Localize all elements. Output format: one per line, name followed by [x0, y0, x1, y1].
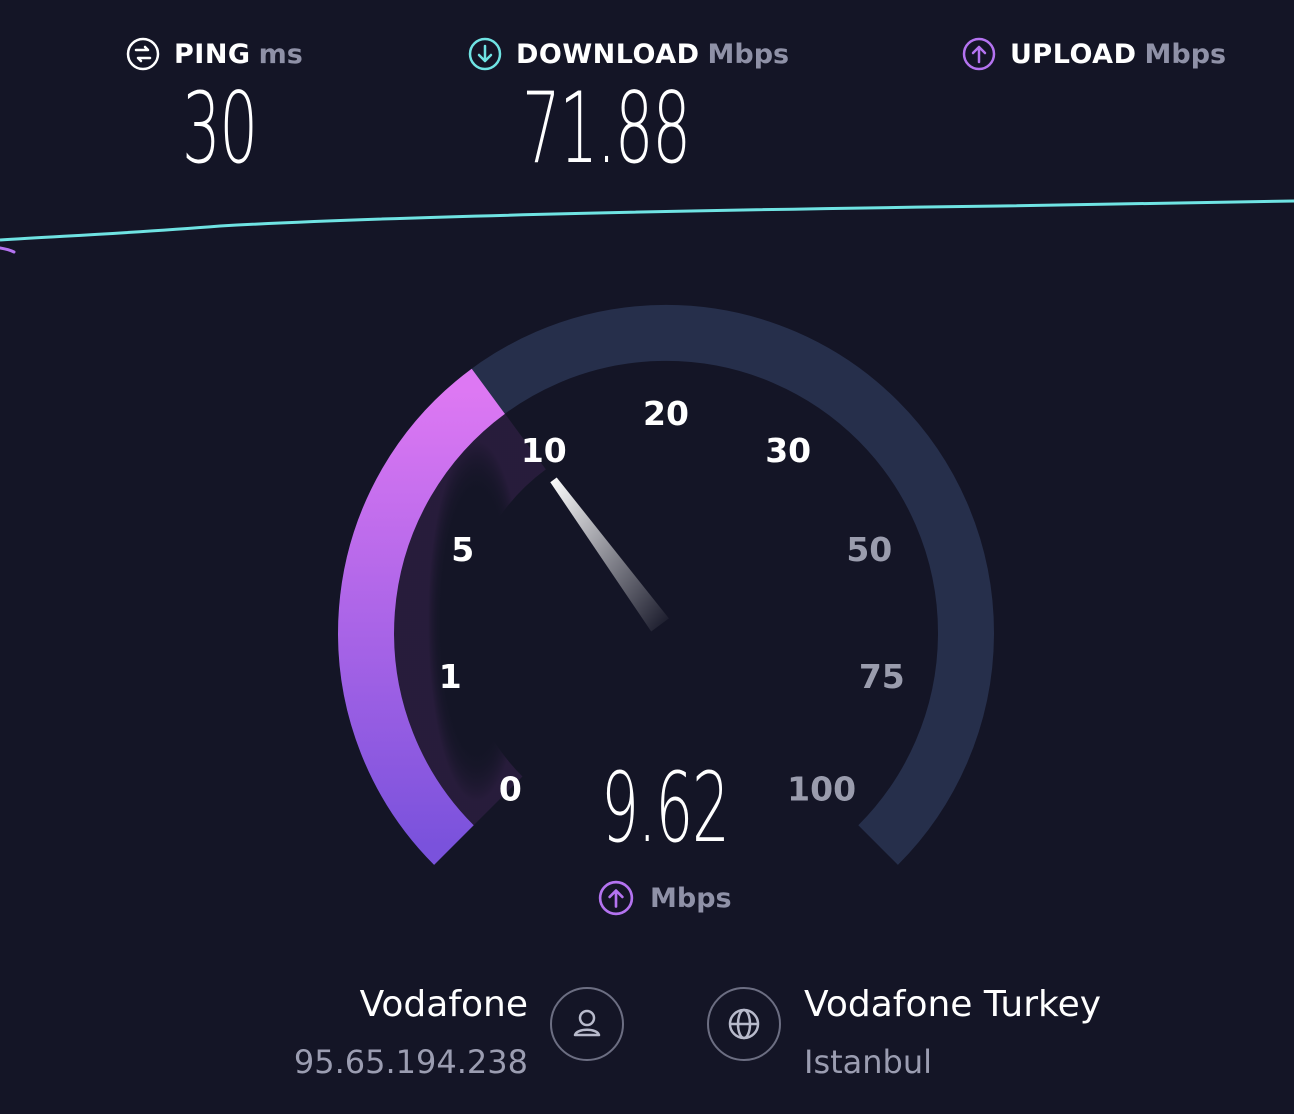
gauge-tick-75: 75 — [859, 657, 905, 696]
gauge-tick-20: 20 — [643, 394, 689, 433]
change-server-button[interactable] — [707, 987, 781, 1061]
gauge-tick-100: 100 — [787, 770, 856, 809]
download-label: DOWNLOAD — [516, 38, 700, 70]
download-value: 71.88 — [522, 72, 691, 186]
gauge-inner-glow — [393, 413, 547, 827]
gauge-tick-0: 0 — [499, 770, 522, 809]
upload-header: UPLOAD Mbps — [962, 34, 1226, 74]
ping-unit: ms — [258, 38, 303, 70]
current-speed-value: 9.62 — [540, 752, 790, 864]
current-speed-number: 9.62 — [601, 752, 730, 864]
ping-stat: PING ms 30 — [126, 34, 303, 186]
gauge-tick-50: 50 — [846, 530, 892, 569]
globe-icon — [728, 1008, 760, 1040]
upload-arrow-icon — [962, 37, 996, 71]
ping-value: 30 — [182, 72, 258, 186]
upload-arrow-icon — [598, 880, 634, 916]
gauge-tick-1: 1 — [439, 657, 462, 696]
download-graph-line — [0, 199, 1294, 242]
gauge-needle — [550, 477, 669, 632]
download-unit: Mbps — [707, 38, 790, 70]
download-arrow-icon — [468, 37, 502, 71]
ping-icon — [126, 37, 160, 71]
ip-address: 95.65.194.238 — [293, 1043, 528, 1081]
current-speed-unit: Mbps — [650, 882, 732, 914]
upload-stat: UPLOAD Mbps — [962, 34, 1226, 184]
user-icon — [573, 1009, 601, 1037]
download-header: DOWNLOAD Mbps — [468, 34, 789, 74]
upload-unit: Mbps — [1144, 38, 1227, 70]
gauge-tick-10: 10 — [521, 431, 567, 470]
upload-graph-line — [0, 246, 16, 254]
current-speed-unit-row: Mbps — [598, 880, 732, 916]
isp-name: Vodafone — [359, 984, 528, 1025]
ping-header: PING ms — [126, 34, 303, 74]
speed-graph — [0, 199, 1294, 254]
gauge-tick-30: 30 — [765, 431, 811, 470]
gauge-tick-5: 5 — [451, 530, 474, 569]
upload-label: UPLOAD — [1010, 38, 1137, 70]
server-name: Vodafone Turkey — [804, 984, 1102, 1025]
change-provider-button[interactable] — [550, 987, 624, 1061]
download-stat: DOWNLOAD Mbps 71.88 — [468, 34, 789, 186]
ping-label: PING — [174, 38, 251, 70]
server-location: Istanbul — [804, 1043, 933, 1081]
